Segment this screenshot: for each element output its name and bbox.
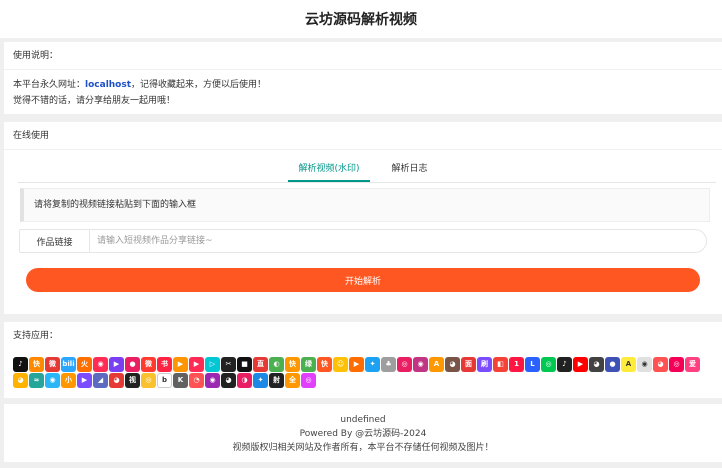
app-logo-icon: 视 [125,373,140,388]
usage-title: 使用说明： [4,42,722,70]
app-logo-icon: 快 [29,357,44,372]
tab-parse-log[interactable]: 解析日志 [382,158,438,182]
app-logo-icon: 快 [285,357,300,372]
link-input-row: 作品链接 [19,229,707,253]
app-logo-icon: ■ [237,357,252,372]
app-logo-icon: 火 [77,357,92,372]
app-logo-icon: ☺ [333,357,348,372]
app-logo-icon: 小 [61,373,76,388]
app-logo-icon: ● [605,357,620,372]
app-logo-icon: ▷ [205,357,220,372]
link-input-label: 作品链接 [20,230,90,252]
tab-divider [18,182,716,183]
page-header: 云坊源码解析视频 [0,0,722,38]
footer: undefined Powered By @云坊源码-2024 视频版权归相关网… [4,404,722,462]
app-logo-icon: ◎ [397,357,412,372]
app-logo-icon: 微 [141,357,156,372]
app-logo-icon: ◕ [221,373,236,388]
online-card: 在线使用 解析视频(水印) 解析日志 请将复制的视频链接粘贴到下面的输入框 作品… [4,122,722,314]
app-logo-icon: ◔ [189,373,204,388]
usage-line-2: 觉得不错的话，请分享给朋友一起用哦！ [13,96,176,106]
app-logo-icon: ◐ [269,357,284,372]
app-icon-list: ♪ 快微 bili 火 ◉ ▶ ● 微书 ▶ ▶ ▷ ✂ ■ 直 ◐ 快绿快 ☺ ▶ ✦ ♣ ◎ ◉ A ◕ 面刷 ◧ 1 L ◎ ♪ ▶ ◕… [13,357,713,388]
app-logo-icon: ◉ [93,357,108,372]
notice-box: 请将复制的视频链接粘贴到下面的输入框 [20,188,710,222]
app-logo-icon: ◉ [45,373,60,388]
app-logo-icon: L [525,357,540,372]
usage-card: 使用说明： 本平台永久网址：localhost，记得收藏起来，方便以后使用！ 觉… [4,42,722,114]
site-url-link[interactable]: localhost [85,80,131,90]
app-logo-icon: 绿 [301,357,316,372]
app-logo-icon: ◕ [445,357,460,372]
app-logo-icon: ≈ [29,373,44,388]
app-logo-icon: ✦ [253,373,268,388]
footer-disclaimer: 视频版权归相关网站及作者所有，本平台不存储任何视频及图片！ [232,443,494,453]
app-logo-icon: ▶ [109,357,124,372]
app-logo-icon: b [157,373,172,388]
app-logo-icon: ◎ [541,357,556,372]
app-logo-icon: 直 [253,357,268,372]
tab-bar: 解析视频(水印) 解析日志 [4,158,722,182]
app-logo-icon: 微 [45,357,60,372]
app-logo-icon: ◎ [301,373,316,388]
app-logo-icon: 面 [461,357,476,372]
app-logo-icon: ♣ [381,357,396,372]
app-logo-icon: ♪ [557,357,572,372]
app-logo-icon: ✂ [221,357,236,372]
app-logo-icon: ▶ [173,357,188,372]
app-logo-icon: 全 [285,373,300,388]
app-logo-icon: ◕ [109,373,124,388]
app-logo-icon: ◉ [413,357,428,372]
app-logo-icon: 射 [269,373,284,388]
app-logo-icon: ◉ [205,373,220,388]
app-logo-icon: ✦ [365,357,380,372]
app-logo-icon: ● [125,357,140,372]
app-logo-icon: ◧ [493,357,508,372]
link-input[interactable] [90,230,706,252]
usage-line-1-prefix: 本平台永久网址： [13,80,86,90]
app-logo-icon: ◕ [589,357,604,372]
app-logo-icon: K [173,373,188,388]
app-logo-icon: ▶ [189,357,204,372]
usage-line-1: 本平台永久网址：localhost，记得收藏起来，方便以后使用！ [13,77,713,93]
support-title: 支持应用： [13,331,59,341]
app-logo-icon: ◎ [141,373,156,388]
app-logo-icon: 1 [509,357,524,372]
app-logo-icon: ▶ [77,373,92,388]
app-logo-icon: ◢ [93,373,108,388]
app-logo-icon: A [429,357,444,372]
usage-line-1-suffix: ，记得收藏起来，方便以后使用！ [131,80,267,90]
app-logo-icon: ◕ [653,357,668,372]
app-logo-icon: ◕ [13,373,28,388]
app-logo-icon: ▶ [573,357,588,372]
footer-powered-by: Powered By @云坊源码-2024 [299,429,427,439]
tab-parse-video[interactable]: 解析视频(水印) [288,158,370,182]
app-logo-icon: A [621,357,636,372]
start-parse-button[interactable]: 开始解析 [26,268,700,292]
app-logo-icon: ◉ [637,357,652,372]
app-logo-icon: 快 [317,357,332,372]
app-logo-icon: bili [61,357,76,372]
app-logo-icon: ♪ [13,357,28,372]
usage-body: 本平台永久网址：localhost，记得收藏起来，方便以后使用！ 觉得不错的话，… [4,70,722,116]
app-logo-icon: ▶ [349,357,364,372]
app-logo-icon: 刷 [477,357,492,372]
online-title: 在线使用 [4,122,722,150]
app-logo-icon: 爱 [685,357,700,372]
page-title: 云坊源码解析视频 [305,12,417,28]
support-card: 支持应用： ♪ 快微 bili 火 ◉ ▶ ● 微书 ▶ ▶ ▷ ✂ ■ 直 ◐ 快绿快 ☺ ▶ ✦ ♣ ◎ ◉ A ◕ 面刷 ◧… [4,322,722,398]
app-logo-icon: ◎ [669,357,684,372]
app-logo-icon: 书 [157,357,172,372]
app-logo-icon: ◑ [237,373,252,388]
footer-line-1: undefined [340,415,386,425]
